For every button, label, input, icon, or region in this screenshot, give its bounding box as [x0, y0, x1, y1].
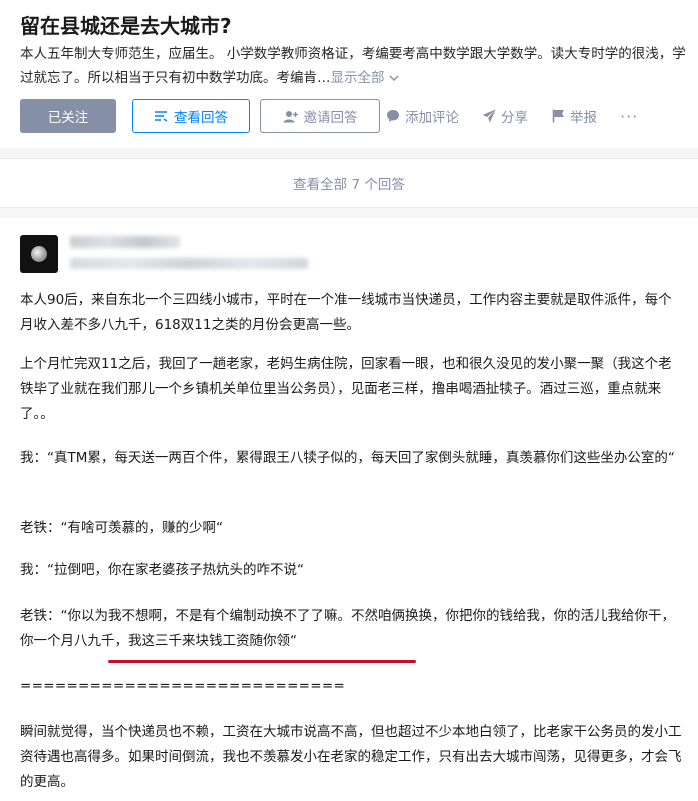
show-all-label: 显示全部 — [330, 70, 385, 86]
answer-paragraph: 瞬间就觉得，当个快递员也不赖，工资在大城市说高不高，但也超过不少本地白领了，比老… — [20, 724, 682, 790]
question-detail: 本人五年制大专师范生，应届生。 小学数学教师资格证，考编要考高中数学跟大学数学。… — [20, 42, 688, 90]
author-bio-blurred — [70, 258, 308, 269]
invite-answer-button[interactable]: 邀请回答 — [260, 99, 380, 133]
add-comment-button[interactable]: 添加评论 — [386, 99, 459, 133]
view-answers-label: 查看回答 — [174, 110, 228, 126]
flag-icon — [552, 109, 564, 123]
moon-icon — [31, 246, 47, 262]
question-actions: 已关注 查看回答 邀请回答 添加评论 分享 举报 ··· — [20, 99, 690, 133]
comment-icon — [387, 110, 399, 122]
question-title[interactable]: 留在县城还是去大城市? — [20, 10, 232, 39]
answer-paragraph: 上个月忙完双11之后，我回了一趟老家，老妈生病住院，回家看一眼，也和很久没见的发… — [20, 356, 672, 422]
highlighted-text: 你一个月八九千，我这三千来块钱工资随你领“ — [20, 633, 297, 649]
invite-answer-label: 邀请回答 — [303, 110, 358, 126]
followed-button[interactable]: 已关注 — [20, 99, 116, 133]
report-label: 举报 — [570, 110, 597, 126]
chevron-down-icon — [389, 75, 399, 81]
view-answers-button[interactable]: 查看回答 — [132, 99, 250, 133]
author-name-blurred[interactable] — [70, 236, 180, 248]
share-button[interactable]: 分享 — [482, 99, 528, 133]
report-button[interactable]: 举报 — [552, 99, 597, 133]
separator-line: ============================ — [20, 678, 346, 694]
answer-paragraph: 本人90后，来自东北一个三四线小城市，平时在一个准一线城市当快递员，工作内容主要… — [20, 292, 672, 333]
answer-paragraph: 我：“真TM累，每天送一两百个件，累得跟王八犊子似的，每天回了家倒头就睡，真羡慕… — [20, 450, 675, 466]
answer-paragraph: 我：“拉倒吧，你在家老婆孩子热炕头的咋不说“ — [20, 562, 304, 578]
avatar[interactable] — [20, 235, 58, 273]
section-divider — [0, 148, 698, 158]
paper-plane-icon — [482, 109, 496, 123]
section-divider — [0, 208, 698, 218]
share-label: 分享 — [501, 110, 528, 126]
more-options-button[interactable]: ··· — [620, 99, 638, 133]
add-user-icon — [283, 110, 298, 122]
question-header: 留在县城还是去大城市? 本人五年制大专师范生，应届生。 小学数学教师资格证，考编… — [0, 0, 698, 148]
show-all-link[interactable]: 显示全部 — [331, 70, 399, 86]
list-icon — [155, 111, 168, 122]
add-comment-label: 添加评论 — [405, 110, 459, 126]
view-all-answers-link[interactable]: 查看全部 7 个回答 — [0, 158, 698, 208]
red-underline — [108, 660, 416, 663]
answer-paragraph: 老铁：“你以为我不想啊，不是有个编制动换不了了嘛。不然咱俩换换，你把你的钱给我，… — [20, 604, 682, 654]
answer-text: 老铁：“你以为我不想啊，不是有个编制动换不了了嘛。不然咱俩换换，你把你的钱给我，… — [20, 608, 675, 624]
answer-paragraph: 老铁：“有啥可羡慕的，赚的少啊“ — [20, 520, 223, 536]
